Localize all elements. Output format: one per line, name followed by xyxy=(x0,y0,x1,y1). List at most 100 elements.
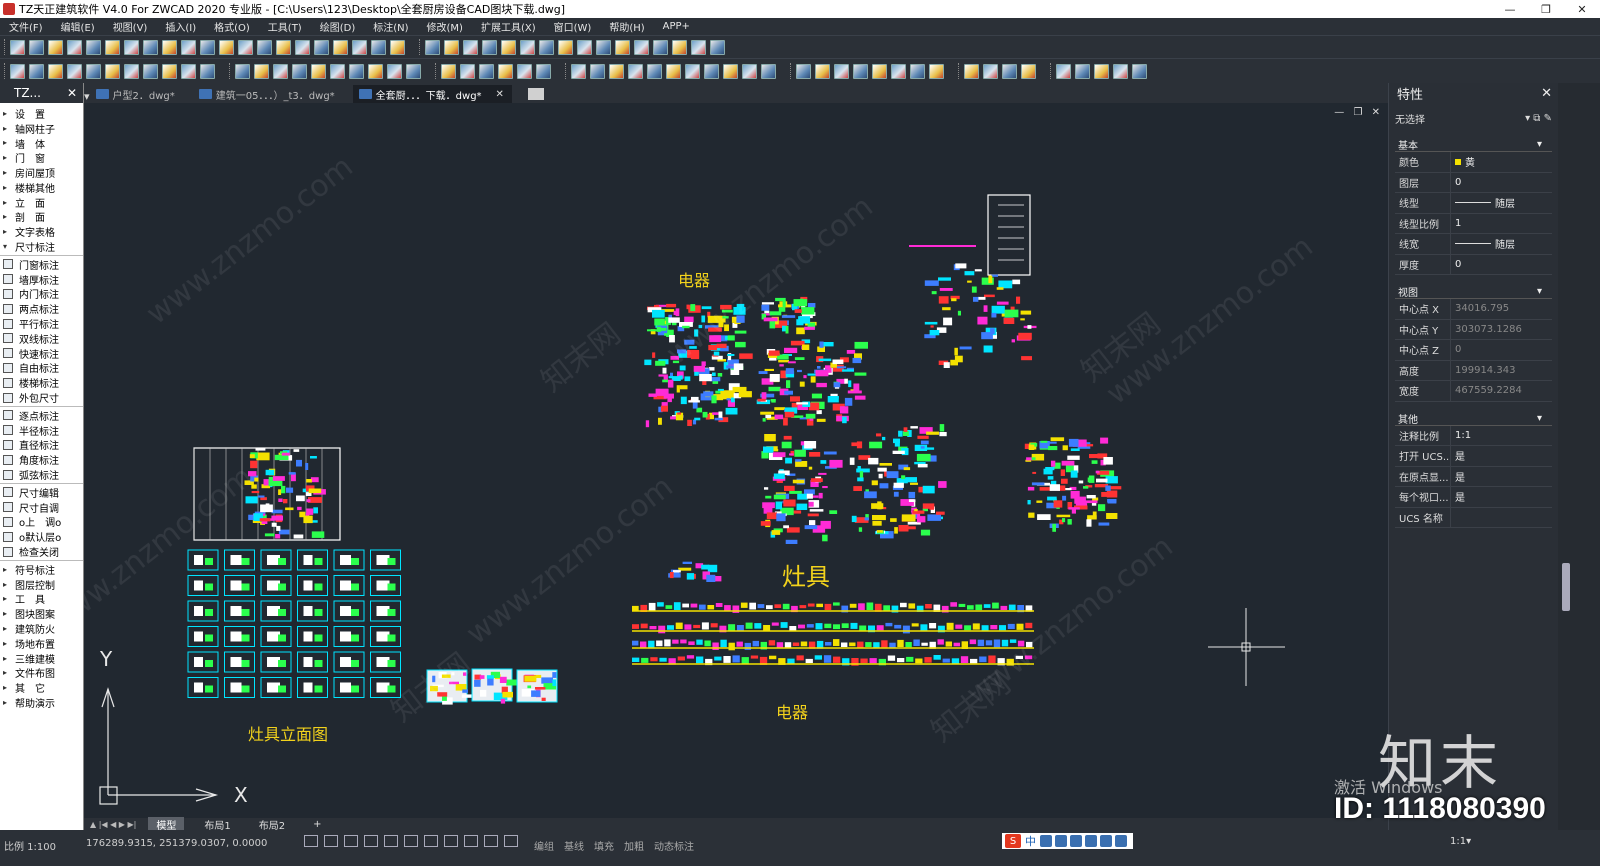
menu-item[interactable]: 帮助(H) xyxy=(600,19,653,34)
toolbar-tool-icon[interactable] xyxy=(276,39,291,55)
toolbar-tool-icon[interactable] xyxy=(371,39,386,55)
toolbar-tool-icon[interactable] xyxy=(634,39,649,55)
layout-nav-icon[interactable]: ▲ |◀ ◀ ▶ ▶| xyxy=(90,820,136,829)
property-value[interactable]: 随层 xyxy=(1450,234,1552,254)
toolbar-grip[interactable] xyxy=(1050,63,1053,79)
property-row[interactable]: 中心点 Y 303073.1286 xyxy=(1395,319,1552,340)
toolbar-tool-icon[interactable] xyxy=(498,63,513,79)
property-section-header[interactable]: 其他 ▾ xyxy=(1395,412,1552,426)
menu-item[interactable]: 插入(I) xyxy=(156,19,205,34)
property-row[interactable]: 颜色 黄 xyxy=(1395,152,1552,173)
tz-command-group[interactable]: ▸ 轴网柱子 xyxy=(0,121,83,136)
toolbar-tool-icon[interactable] xyxy=(710,39,725,55)
toolbar-tool-icon[interactable] xyxy=(330,63,345,79)
ime-voice-icon[interactable] xyxy=(1070,835,1082,847)
toolbar-tool-icon[interactable] xyxy=(181,39,196,55)
toolbar-tool-icon[interactable] xyxy=(387,63,402,79)
toolbar-tool-icon[interactable] xyxy=(1056,63,1071,79)
toolbar-tool-icon[interactable] xyxy=(1094,63,1109,79)
toolbar-tool-icon[interactable] xyxy=(796,63,811,79)
toolbar-tool-icon[interactable] xyxy=(441,63,456,79)
toolbar-tool-icon[interactable] xyxy=(929,63,944,79)
tz-command-group[interactable]: ▸ 立 面 xyxy=(0,195,83,210)
toolbar-tool-icon[interactable] xyxy=(872,63,887,79)
layout-tab[interactable]: + xyxy=(305,819,329,830)
close-button[interactable]: ✕ xyxy=(1564,0,1600,18)
toolbar-tool-icon[interactable] xyxy=(349,63,364,79)
toolbar-tool-icon[interactable] xyxy=(590,63,605,79)
toolbar-tool-icon[interactable] xyxy=(29,39,44,55)
document-tab[interactable]: 建筑一05．．．）_t3．dwg* xyxy=(193,85,343,103)
tz-command-group[interactable]: ▸ 剖 面 xyxy=(0,210,83,224)
property-row[interactable]: 注释比例 1:1 xyxy=(1395,425,1552,446)
toolbar-tool-icon[interactable] xyxy=(368,63,383,79)
toolbar-tool-icon[interactable] xyxy=(200,63,215,79)
grid-icon[interactable] xyxy=(304,835,318,847)
property-row[interactable]: 打开 UCS... 是 xyxy=(1395,446,1552,467)
viewport-close-icon[interactable]: ✕ xyxy=(1372,107,1380,118)
property-row[interactable]: 中心点 Z 0 xyxy=(1395,340,1552,361)
property-row[interactable]: 图层 0 xyxy=(1395,172,1552,193)
selection-dropdown[interactable]: 无选择 ▾ ⧉ ✎ xyxy=(1395,108,1552,128)
toolbar-tool-icon[interactable] xyxy=(257,39,272,55)
menu-item[interactable]: 文件(F) xyxy=(0,19,52,34)
toolbar-tool-icon[interactable] xyxy=(628,63,643,79)
toolbar-tool-icon[interactable] xyxy=(571,63,586,79)
tz-command-group[interactable]: ▸ 图块图案 xyxy=(0,606,83,621)
toolbar-tool-icon[interactable] xyxy=(596,39,611,55)
ime-skin-icon[interactable] xyxy=(1100,835,1112,847)
toolbar-tool-icon[interactable] xyxy=(609,63,624,79)
toolbar-tool-icon[interactable] xyxy=(815,63,830,79)
dock-scroll-handle[interactable] xyxy=(1562,563,1570,611)
toolbar-tool-icon[interactable] xyxy=(311,63,326,79)
properties-close-icon[interactable]: ✕ xyxy=(1541,86,1552,101)
toolbar-tool-icon[interactable] xyxy=(333,39,348,55)
toolbar-tool-icon[interactable] xyxy=(295,39,310,55)
property-row[interactable]: 中心点 X 34016.795 xyxy=(1395,299,1552,320)
toolbar-tool-icon[interactable] xyxy=(406,63,421,79)
tz-command-group[interactable]: ▸ 图层控制 xyxy=(0,577,83,592)
toolbar-tool-icon[interactable] xyxy=(761,63,776,79)
toolbar-tool-icon[interactable] xyxy=(910,63,925,79)
toolbar-tool-icon[interactable] xyxy=(200,39,215,55)
toolbar-tool-icon[interactable] xyxy=(742,63,757,79)
toolbar-tool-icon[interactable] xyxy=(1132,63,1147,79)
menu-item[interactable]: 格式(O) xyxy=(205,19,259,34)
menu-item[interactable]: 绘图(D) xyxy=(311,19,365,34)
property-row[interactable]: 每个视口... 是 xyxy=(1395,487,1552,508)
toolbar-tool-icon[interactable] xyxy=(314,39,329,55)
menu-item[interactable]: 编辑(E) xyxy=(52,19,104,34)
tz-command-group[interactable]: ▸ 门 窗 xyxy=(0,150,83,165)
toolbar-tool-icon[interactable] xyxy=(124,39,139,55)
toolbar-tool-icon[interactable] xyxy=(105,63,120,79)
toolbar-tool-icon[interactable] xyxy=(691,39,706,55)
tz-panel-close-icon[interactable]: ✕ xyxy=(67,86,77,100)
tz-command-group[interactable]: ▸ 场地布置 xyxy=(0,636,83,651)
status-mode-toggle[interactable]: 填充 xyxy=(594,838,614,853)
tz-subcommand[interactable]: 两点标注 xyxy=(0,301,83,316)
toolbar-grip[interactable] xyxy=(229,63,232,79)
property-value[interactable]: 0 xyxy=(1450,172,1552,192)
ortho-icon[interactable] xyxy=(344,835,358,847)
status-scale[interactable]: 比例 1:100 xyxy=(4,838,56,853)
tz-subcommand[interactable]: 逐点标注 xyxy=(0,408,83,423)
tz-command-group[interactable]: ▸ 设 置 xyxy=(0,106,83,121)
tz-subcommand[interactable]: 快速标注 xyxy=(0,346,83,361)
toolbar-tool-icon[interactable] xyxy=(1021,63,1036,79)
toolbar-tool-icon[interactable] xyxy=(704,63,719,79)
annotation-scale[interactable]: 1:1▾ xyxy=(1450,836,1471,847)
toolbar-tool-icon[interactable] xyxy=(685,63,700,79)
drawing-canvas[interactable]: 电器 灶具 灶具立面图 电器 Y X www.znzmo.com www.znz… xyxy=(84,103,1388,818)
toolbar-grip[interactable] xyxy=(4,63,7,79)
toolbar-tool-icon[interactable] xyxy=(124,63,139,79)
tz-subcommand[interactable]: 楼梯标注 xyxy=(0,375,83,390)
toolbar-tool-icon[interactable] xyxy=(558,39,573,55)
viewport-restore-icon[interactable]: ❐ xyxy=(1353,107,1362,118)
tz-command-group[interactable]: ▸ 符号标注 xyxy=(0,562,83,577)
lineweight-icon[interactable] xyxy=(424,835,438,847)
tz-subcommand[interactable]: 墙厚标注 xyxy=(0,272,83,287)
toolbar-tool-icon[interactable] xyxy=(86,39,101,55)
toolbar-tool-icon[interactable] xyxy=(162,63,177,79)
tz-command-group[interactable]: ▸ 三维建模 xyxy=(0,651,83,666)
menu-item[interactable]: 标注(N) xyxy=(364,19,417,34)
